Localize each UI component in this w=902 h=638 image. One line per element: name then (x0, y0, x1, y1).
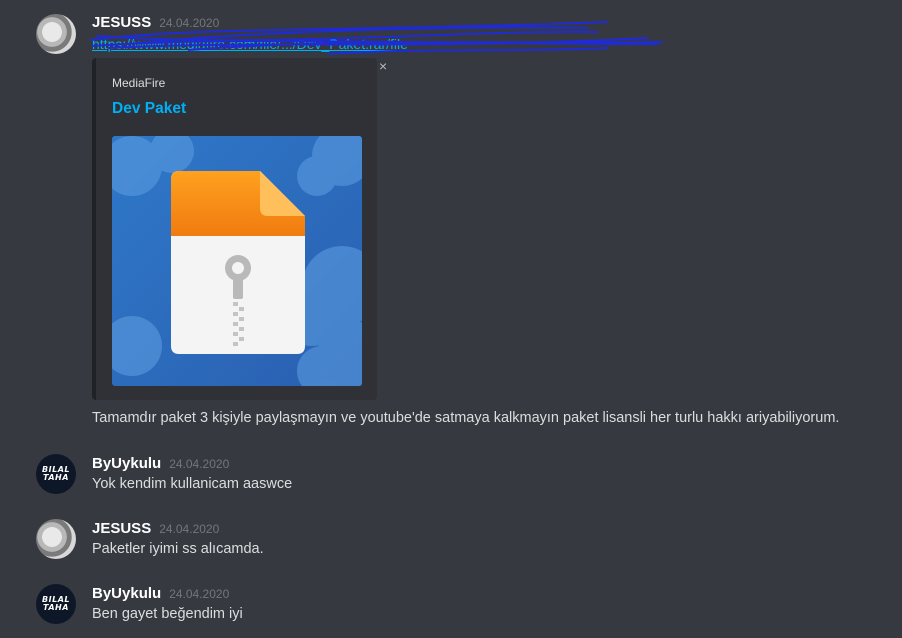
message-group-4: BILAL TAHA ByUykulu 24.04.2020 Ben gayet… (0, 570, 902, 638)
avatar-text-2: TAHA (43, 473, 69, 482)
embed-provider[interactable]: MediaFire (112, 76, 165, 90)
message-text: Tamamdır paket 3 kişiyle paylaşmayın ve … (92, 410, 840, 426)
link-embed: MediaFire Dev Paket × (92, 58, 387, 400)
embed-title[interactable]: Dev Paket (112, 100, 186, 118)
message-header: ByUykulu 24.04.2020 (92, 455, 229, 472)
embed-thumbnail[interactable] (112, 136, 362, 386)
message-group-3: JESUSS 24.04.2020 Paketler iyimi ss alıc… (0, 505, 902, 565)
avatar[interactable]: BILAL TAHA (36, 584, 76, 624)
close-icon[interactable]: × (379, 58, 387, 74)
avatar[interactable]: BILAL TAHA (36, 454, 76, 494)
timestamp: 24.04.2020 (159, 522, 220, 536)
avatar[interactable] (36, 14, 76, 54)
username[interactable]: JESUSS (92, 520, 151, 537)
username[interactable]: ByUykulu (92, 585, 161, 602)
message-group-2: BILAL TAHA ByUykulu 24.04.2020 Yok kendi… (0, 440, 902, 500)
message-text: Yok kendim kullanicam aaswce (92, 476, 293, 492)
zip-file-icon (112, 136, 362, 386)
username[interactable]: ByUykulu (92, 455, 161, 472)
message-text: Ben gayet beğendim iyi (92, 606, 243, 622)
message-header: JESUSS 24.04.2020 (92, 520, 219, 537)
message-text: Paketler iyimi ss alıcamda. (92, 541, 264, 557)
timestamp: 24.04.2020 (169, 457, 230, 471)
redaction-scribble (89, 21, 664, 55)
message-group-1: JESUSS 24.04.2020 https://www.mediafire.… (0, 0, 902, 440)
timestamp: 24.04.2020 (169, 587, 230, 601)
avatar[interactable] (36, 519, 76, 559)
avatar-text-2: TAHA (43, 603, 69, 612)
message-header: ByUykulu 24.04.2020 (92, 585, 229, 602)
